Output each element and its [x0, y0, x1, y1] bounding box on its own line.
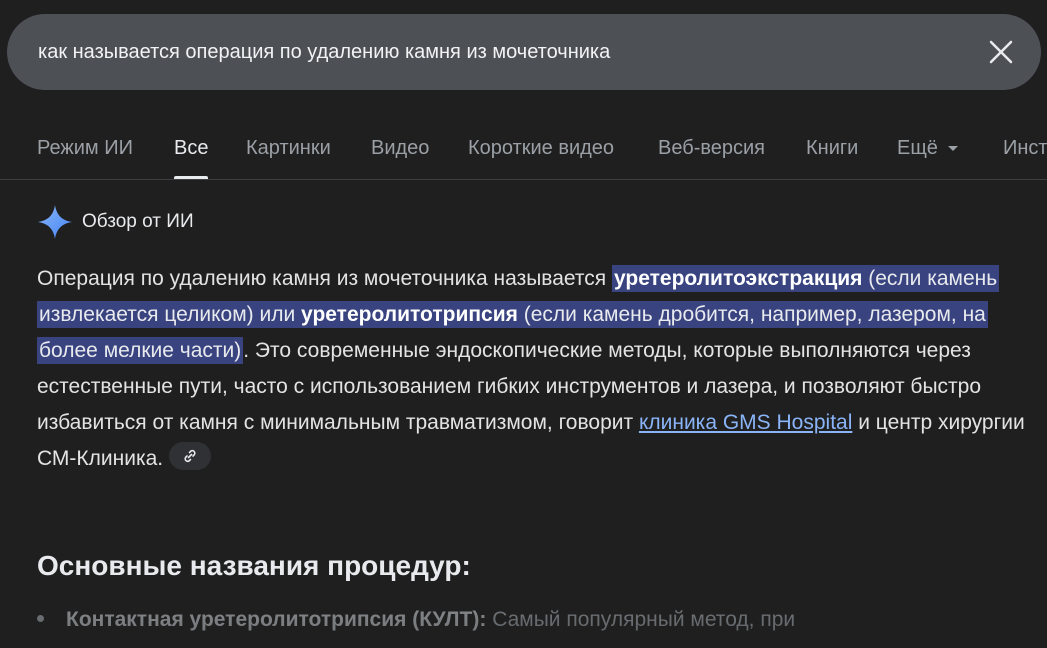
tab-ai-mode[interactable]: Режим ИИ	[37, 124, 133, 179]
tab-images[interactable]: Картинки	[246, 124, 331, 179]
search-bar[interactable]: как называется операция по удалению камн…	[7, 14, 1041, 90]
close-icon[interactable]	[985, 36, 1017, 68]
term-ureterolithoextraction: уретеролитоэкстракция	[613, 267, 863, 290]
tab-web[interactable]: Веб-версия	[658, 124, 765, 179]
bullet-icon	[37, 614, 44, 622]
ai-overview: Обзор от ИИ Операция по удалению камня и…	[0, 180, 1047, 648]
answer-part: Операция по удалению камня из мочеточник…	[37, 267, 612, 290]
chevron-down-icon	[947, 146, 958, 152]
list-item: Контактная уретеролитотрипсия (КУЛТ): Са…	[37, 602, 795, 638]
ai-answer-text: Операция по удалению камня из мочеточник…	[37, 261, 1027, 477]
link-icon[interactable]	[169, 442, 212, 471]
tab-all[interactable]: Все	[174, 124, 209, 179]
list-item-text: Самый популярный метод, при	[486, 608, 796, 631]
source-link-gms[interactable]: клиника GMS Hospital	[639, 411, 852, 434]
ai-overview-label: Обзор от ИИ	[82, 211, 194, 232]
tab-short-videos[interactable]: Короткие видео	[468, 124, 614, 179]
search-input[interactable]: как называется операция по удалению камн…	[38, 14, 610, 90]
header: как называется операция по удалению камн…	[0, 0, 1047, 180]
search-tabs: Режим ИИ Все Картинки Видео Короткие вид…	[0, 124, 1047, 179]
list-item-term: Контактная уретеролитотрипсия (КУЛТ):	[66, 608, 487, 631]
term-ureterolithotripsy: уретеролитотрипсия	[301, 303, 518, 326]
tab-tools[interactable]: Инст	[1003, 124, 1047, 179]
sparkle-icon	[37, 204, 73, 240]
section-title: Основные названия процедур:	[37, 550, 471, 581]
tab-books[interactable]: Книги	[806, 124, 858, 179]
tab-more[interactable]: Ещё	[897, 124, 958, 179]
tab-more-label: Ещё	[897, 137, 938, 159]
tab-videos[interactable]: Видео	[371, 124, 429, 179]
